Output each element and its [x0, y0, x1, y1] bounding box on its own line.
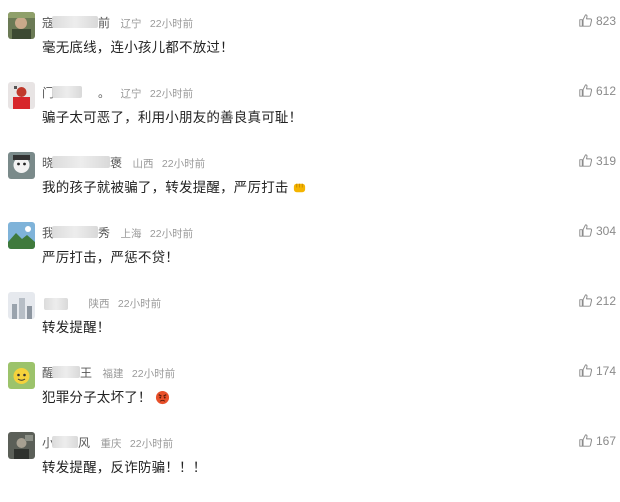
like-count: 612: [595, 84, 616, 98]
location: 重庆: [100, 438, 122, 450]
like-count: 319: [595, 154, 616, 168]
location: 上海: [120, 228, 142, 240]
location: 山西: [132, 158, 154, 170]
like-button[interactable]: 212: [579, 294, 616, 308]
username-blur-mask: [52, 226, 98, 238]
comment-text: 骗子太可恶了，利用小朋友的善良真可耻！: [42, 110, 303, 125]
like-button[interactable]: 823: [579, 14, 616, 28]
username[interactable]: 门。: [42, 84, 112, 101]
thumbs-up-icon: [579, 84, 592, 97]
comment-text-content: 我的孩子就被骗了，转发提醒，严厉打击: [42, 180, 289, 195]
comment-meta: 陕西 22小时前: [42, 294, 161, 310]
username[interactable]: [42, 296, 80, 310]
username[interactable]: 寇前: [42, 14, 112, 31]
username-last-char: 褒: [110, 156, 123, 170]
comment-meta: 门。 辽宁 22小时前: [42, 84, 193, 100]
angry-face-emoji-icon: [155, 390, 170, 408]
avatar-red-icon[interactable]: [8, 82, 35, 109]
like-button[interactable]: 319: [579, 154, 616, 168]
username-blur-mask: [52, 156, 110, 168]
comment-text: 毫无底线，连小孩儿都不放过！: [42, 40, 234, 55]
comment-meta: 醒王 福建 22小时前: [42, 364, 175, 380]
timestamp: 22小时前: [117, 298, 162, 310]
comment-item: 寇前 辽宁 22小时前 毫无底线，连小孩儿都不放过！ 823: [0, 12, 620, 82]
avatar-city-icon[interactable]: [8, 292, 35, 319]
comment-meta: 我秀 上海 22小时前: [42, 224, 193, 240]
like-count: 304: [595, 224, 616, 238]
username[interactable]: 晓褒: [42, 154, 124, 171]
like-button[interactable]: 304: [579, 224, 616, 238]
comment-meta: 寇前 辽宁 22小时前: [42, 14, 193, 30]
avatar-cartoon-icon[interactable]: [8, 152, 35, 179]
timestamp: 22小时前: [129, 438, 174, 450]
comment-text: 我的孩子就被骗了，转发提醒，严厉打击: [42, 176, 307, 198]
comment-item: 小风 重庆 22小时前 转发提醒，反诈防骗！！！ 167: [0, 432, 620, 502]
username-last-char: 风: [78, 436, 91, 450]
like-button[interactable]: 174: [579, 364, 616, 378]
comment-item: 陕西 22小时前 转发提醒！ 212: [0, 292, 620, 362]
timestamp: 22小时前: [149, 88, 194, 100]
comment-text: 转发提醒，反诈防骗！！！: [42, 460, 207, 475]
comment-meta: 小风 重庆 22小时前: [42, 434, 173, 450]
username-blur-mask: [44, 298, 68, 310]
username-blur-mask: [52, 436, 78, 448]
thumbs-up-icon: [579, 294, 592, 307]
avatar-yellow-icon[interactable]: [8, 362, 35, 389]
location: 辽宁: [120, 18, 142, 30]
avatar-landscape-icon[interactable]: [8, 222, 35, 249]
username[interactable]: 醒王: [42, 364, 94, 381]
comment-meta: 晓褒 山西 22小时前: [42, 154, 205, 170]
timestamp: 22小时前: [131, 368, 176, 380]
comment-text: 犯罪分子太坏了！: [42, 386, 170, 408]
like-button[interactable]: 167: [579, 434, 616, 448]
username-last-char: 王: [80, 366, 93, 380]
location: 福建: [102, 368, 124, 380]
comment-item: 醒王 福建 22小时前 犯罪分子太坏了！ 174: [0, 362, 620, 432]
username[interactable]: 我秀: [42, 224, 112, 241]
comment-text: 转发提醒！: [42, 320, 111, 335]
location: 辽宁: [120, 88, 142, 100]
comment-text: 严厉打击，严惩不贷！: [42, 250, 179, 265]
username-blur-mask: [52, 16, 98, 28]
timestamp: 22小时前: [149, 228, 194, 240]
username-blur-mask: [52, 86, 82, 98]
timestamp: 22小时前: [149, 18, 194, 30]
location: 陕西: [88, 298, 110, 310]
fist-emoji-icon: [292, 180, 307, 198]
like-count: 174: [595, 364, 616, 378]
username-last-char: 前: [98, 16, 111, 30]
like-button[interactable]: 612: [579, 84, 616, 98]
username-blur-mask: [52, 366, 80, 378]
like-count: 212: [595, 294, 616, 308]
thumbs-up-icon: [579, 14, 592, 27]
username[interactable]: 小风: [42, 434, 92, 451]
avatar-photo-icon[interactable]: [8, 12, 35, 39]
thumbs-up-icon: [579, 364, 592, 377]
comment-item: 我秀 上海 22小时前 严厉打击，严惩不贷！ 304: [0, 222, 620, 292]
username-last-char: 秀: [98, 226, 111, 240]
like-count: 823: [595, 14, 616, 28]
comment-text-content: 犯罪分子太坏了！: [42, 390, 152, 405]
username-last-char: 。: [98, 86, 111, 100]
timestamp: 22小时前: [161, 158, 206, 170]
comment-item: 晓褒 山西 22小时前 我的孩子就被骗了，转发提醒，严厉打击 319: [0, 152, 620, 222]
like-count: 167: [595, 434, 616, 448]
thumbs-up-icon: [579, 224, 592, 237]
thumbs-up-icon: [579, 434, 592, 447]
thumbs-up-icon: [579, 154, 592, 167]
comment-item: 门。 辽宁 22小时前 骗子太可恶了，利用小朋友的善良真可耻！ 612: [0, 82, 620, 152]
avatar-dark-icon[interactable]: [8, 432, 35, 459]
